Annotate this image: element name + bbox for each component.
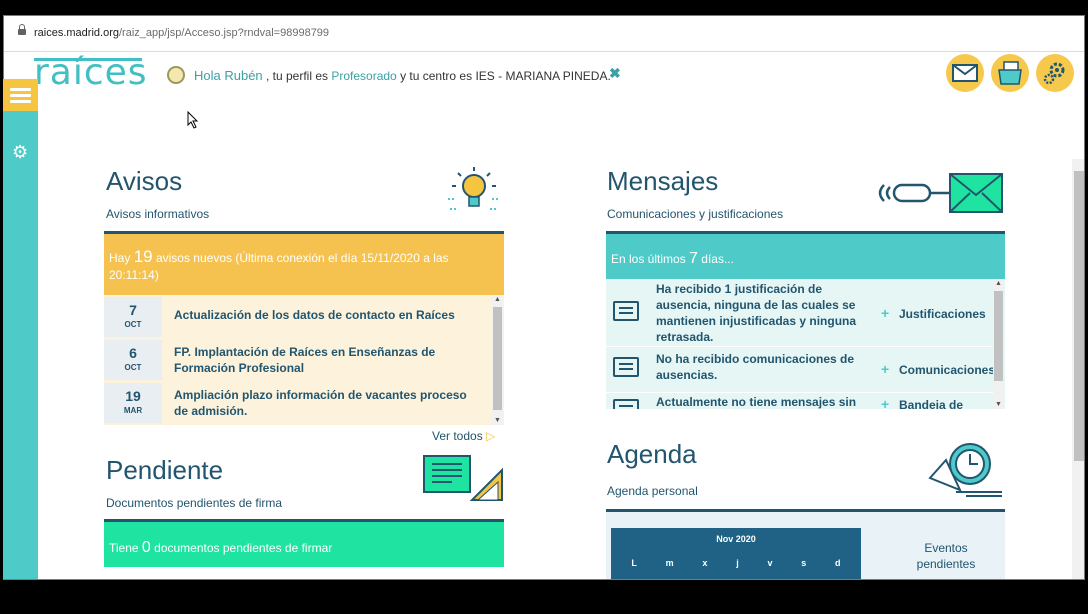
aviso-text[interactable]: Actualización de los datos de contacto e…	[174, 307, 484, 323]
mensaje-item[interactable]: No ha recibido comunicaciones de ausenci…	[606, 347, 995, 392]
messages-button[interactable]	[946, 54, 984, 92]
pendiente-title: Pendiente	[106, 455, 224, 485]
ver-todos-link[interactable]: Ver todos ▷	[432, 429, 495, 443]
raices-logo[interactable]: raíces	[34, 53, 148, 93]
mensaje-item[interactable]: Actualmente no tiene mensajes sin + Band…	[606, 393, 994, 409]
mensajes-scrollbar[interactable]: ▲ ▼	[993, 279, 1004, 409]
pendiente-subtitle: Documentos pendientes de firma	[106, 496, 283, 510]
scroll-down-icon[interactable]: ▼	[995, 401, 1002, 408]
calendar[interactable]: Nov 2020 Lmxjvsd	[611, 528, 861, 579]
mouse-cursor-icon	[187, 111, 199, 129]
avisos-subtitle: Avisos informativos	[106, 207, 210, 221]
profile-name: Profesorado	[331, 69, 397, 83]
mensajes-scrollbar-thumb[interactable]	[994, 291, 1003, 381]
agenda-panel: Nov 2020 Lmxjvsd Eventos pendientes	[606, 509, 1005, 579]
browser-window: raices.madrid.org/raiz_app/jsp/Acceso.js…	[3, 15, 1085, 580]
avisos-title: Avisos	[106, 166, 183, 196]
app-header: raíces Hola Rubén , tu perfil es Profeso…	[4, 52, 1084, 96]
mensaje-item[interactable]: Ha recibido 1 justificación de ausencia,…	[606, 279, 994, 346]
bandeja-link[interactable]: Bandeja de	[899, 398, 963, 409]
user-avatar-icon	[167, 66, 185, 84]
aviso-text[interactable]: FP. Implantación de Raíces en Enseñanzas…	[174, 344, 484, 376]
calendar-weekdays: Lmxjvsd	[631, 558, 841, 568]
greeting-hola: Hola Rubén	[194, 68, 263, 83]
mensaje-text: No ha recibido comunicaciones de ausenci…	[656, 352, 855, 382]
folder-icon	[998, 61, 1022, 85]
agenda-title: Agenda	[607, 439, 697, 469]
mensajes-title: Mensajes	[607, 166, 719, 196]
aviso-date: 6 OCT	[104, 340, 162, 380]
plus-icon[interactable]: +	[881, 396, 889, 409]
calendar-month: Nov 2020	[716, 534, 756, 544]
scroll-down-icon[interactable]: ▼	[494, 417, 501, 424]
pendiente-banner: Tiene 0 documentos pendientes de firmar	[104, 519, 504, 567]
documents-button[interactable]	[991, 54, 1029, 92]
play-icon: ▷	[486, 429, 496, 443]
avisos-scrollbar-thumb[interactable]	[493, 307, 502, 410]
aviso-date: 19 MAR	[104, 383, 162, 423]
gears-icon	[1043, 62, 1065, 85]
aviso-text[interactable]: Ampliación plazo información de vacantes…	[174, 387, 484, 419]
justificaciones-link[interactable]: Justificaciones	[899, 307, 986, 321]
close-session-icon[interactable]: ✖	[609, 65, 621, 82]
mensajes-subtitle: Comunicaciones y justificaciones	[607, 207, 784, 221]
aviso-item[interactable]: 7 OCT Actualización de los datos de conta…	[104, 295, 492, 337]
user-greeting: Hola Rubén , tu perfil es Profesorado y …	[194, 68, 611, 83]
plus-icon[interactable]: +	[881, 305, 889, 321]
eventos-pendientes[interactable]: Eventos pendientes	[896, 540, 996, 572]
url-text[interactable]: raices.madrid.org/raiz_app/jsp/Acceso.js…	[34, 27, 329, 39]
mensaje-text: Ha recibido 1 justificación de ausencia,…	[656, 282, 857, 344]
aviso-date: 7 OCT	[104, 297, 162, 337]
mensaje-text: Actualmente no tiene mensajes sin	[656, 395, 857, 409]
mensajes-list: Ha recibido 1 justificación de ausencia,…	[606, 279, 1005, 409]
clock-calendar-icon	[928, 443, 1002, 497]
envelope-icon	[952, 64, 978, 82]
address-bar[interactable]: raices.madrid.org/raiz_app/jsp/Acceso.js…	[4, 16, 1084, 52]
settings-button[interactable]	[1036, 54, 1074, 92]
message-link-icon	[878, 173, 1003, 213]
mensajes-banner: En los últimos 7 días...	[606, 231, 1005, 279]
aviso-item[interactable]: 19 MAR Ampliación plazo información de va…	[104, 381, 492, 423]
chat-icon	[613, 301, 639, 321]
aviso-item[interactable]: 6 OCT FP. Implantación de Raíces en Enseñ…	[104, 338, 492, 380]
agenda-subtitle: Agenda personal	[607, 484, 698, 498]
scroll-up-icon[interactable]: ▲	[995, 280, 1002, 287]
documents-ruler-icon	[423, 455, 503, 501]
menu-button[interactable]	[3, 79, 38, 111]
scroll-up-icon[interactable]: ▲	[494, 296, 501, 303]
comunicaciones-link[interactable]: Comunicaciones	[899, 363, 995, 377]
plus-icon[interactable]: +	[881, 361, 889, 377]
lock-icon	[18, 24, 26, 35]
avisos-banner: Hay 19 avisos nuevos (Última conexión el…	[104, 231, 504, 295]
avisos-scrollbar[interactable]: ▲ ▼	[492, 295, 503, 425]
page-scrollbar[interactable]	[1072, 159, 1084, 579]
gear-icon[interactable]: ⚙	[12, 142, 28, 163]
page-scrollbar-thumb[interactable]	[1074, 171, 1084, 461]
left-sidebar: ⚙	[3, 79, 38, 579]
chat-icon	[613, 399, 639, 409]
chat-icon	[613, 357, 639, 377]
lightbulb-icon	[448, 167, 500, 210]
avisos-list: 7 OCT Actualización de los datos de conta…	[104, 295, 504, 425]
